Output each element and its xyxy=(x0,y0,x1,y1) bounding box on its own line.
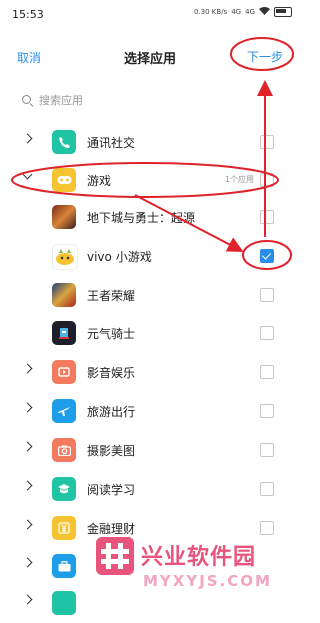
category-row-media[interactable]: 影音娱乐 xyxy=(0,352,300,392)
vivo-games-app-icon xyxy=(52,244,78,270)
category-row-travel[interactable]: 旅游出行 xyxy=(0,391,300,431)
battery-icon xyxy=(274,7,292,17)
chevron-right-icon[interactable] xyxy=(22,363,33,374)
graduation-cap-icon xyxy=(52,477,76,501)
app-row-vivo-games[interactable]: vivo 小游戏 xyxy=(0,236,300,276)
chevron-right-icon[interactable] xyxy=(22,133,33,144)
honor-of-kings-app-icon xyxy=(52,283,76,307)
yen-icon xyxy=(52,516,76,540)
category-label: 金融理财 xyxy=(87,522,136,536)
app-checkbox[interactable] xyxy=(260,326,274,340)
category-checkbox[interactable] xyxy=(260,135,274,149)
search-bar[interactable] xyxy=(22,94,189,107)
signal-4g-1: 4G xyxy=(231,8,242,16)
category-row-games[interactable]: 游戏 1个应用 xyxy=(0,160,300,200)
category-checkbox[interactable] xyxy=(260,365,274,379)
watermark-logo xyxy=(96,537,134,575)
wifi-icon xyxy=(259,7,270,17)
app-count: 1个应用 xyxy=(224,175,254,184)
phone-icon xyxy=(52,130,76,154)
dnf-app-icon xyxy=(52,205,76,229)
search-icon xyxy=(22,95,33,106)
search-input[interactable] xyxy=(39,94,189,107)
status-bar: 15:53 0.30 KB/s 4G 4G xyxy=(0,0,300,28)
category-checkbox[interactable] xyxy=(260,404,274,418)
category-row-reading[interactable]: 阅读学习 xyxy=(0,469,300,509)
airplane-icon xyxy=(52,399,76,423)
chevron-right-icon[interactable] xyxy=(22,480,33,491)
chevron-down-icon[interactable] xyxy=(22,169,33,180)
category-checkbox[interactable] xyxy=(260,173,274,187)
app-row-honor-of-kings[interactable]: 王者荣耀 xyxy=(0,275,300,315)
watermark-domain: MYXYJS.COM xyxy=(143,572,272,590)
app-label: vivo 小游戏 xyxy=(87,250,152,264)
category-label: 游戏 xyxy=(87,174,112,188)
app-row-soul-knight[interactable]: 元气骑士 xyxy=(0,313,300,353)
category-label: 影音娱乐 xyxy=(87,366,136,380)
category-checkbox[interactable] xyxy=(260,482,274,496)
category-checkbox[interactable] xyxy=(260,443,274,457)
status-icons: 0.30 KB/s 4G 4G xyxy=(194,7,292,17)
category-label: 摄影美图 xyxy=(87,444,136,458)
chevron-right-icon[interactable] xyxy=(22,557,33,568)
category-label: 旅游出行 xyxy=(87,405,136,419)
app-checkbox-checked[interactable] xyxy=(260,249,274,263)
net-speed: 0.30 KB/s xyxy=(194,8,228,16)
chevron-right-icon[interactable] xyxy=(22,402,33,413)
chevron-right-icon[interactable] xyxy=(22,519,33,530)
app-label: 元气骑士 xyxy=(87,327,136,341)
camera-icon xyxy=(52,438,76,462)
cart-icon xyxy=(52,591,76,615)
category-checkbox[interactable] xyxy=(260,521,274,535)
watermark-text: 兴业软件园 xyxy=(141,545,257,570)
category-label: 通讯社交 xyxy=(87,136,136,150)
soul-knight-app-icon xyxy=(52,321,76,345)
category-label: 阅读学习 xyxy=(87,483,136,497)
app-row-dnf[interactable]: 地下城与勇士：起源 xyxy=(0,197,300,237)
play-icon xyxy=(52,360,76,384)
app-label: 王者荣耀 xyxy=(87,289,136,303)
category-row-communication[interactable]: 通讯社交 xyxy=(0,122,300,162)
app-checkbox[interactable] xyxy=(260,210,274,224)
next-step-button[interactable]: 下一步 xyxy=(247,48,283,65)
briefcase-icon xyxy=(52,554,76,578)
gamepad-icon xyxy=(52,168,76,192)
app-label: 地下城与勇士：起源 xyxy=(87,211,196,225)
watermark: 兴业软件园 MYXYJS.COM xyxy=(96,537,300,600)
category-row-photography[interactable]: 摄影美图 xyxy=(0,430,300,470)
app-checkbox[interactable] xyxy=(260,288,274,302)
signal-4g-2: 4G xyxy=(245,8,255,16)
chevron-right-icon[interactable] xyxy=(22,441,33,452)
status-time: 15:53 xyxy=(12,8,44,21)
header-bar: 取消 选择应用 下一步 xyxy=(0,30,300,80)
